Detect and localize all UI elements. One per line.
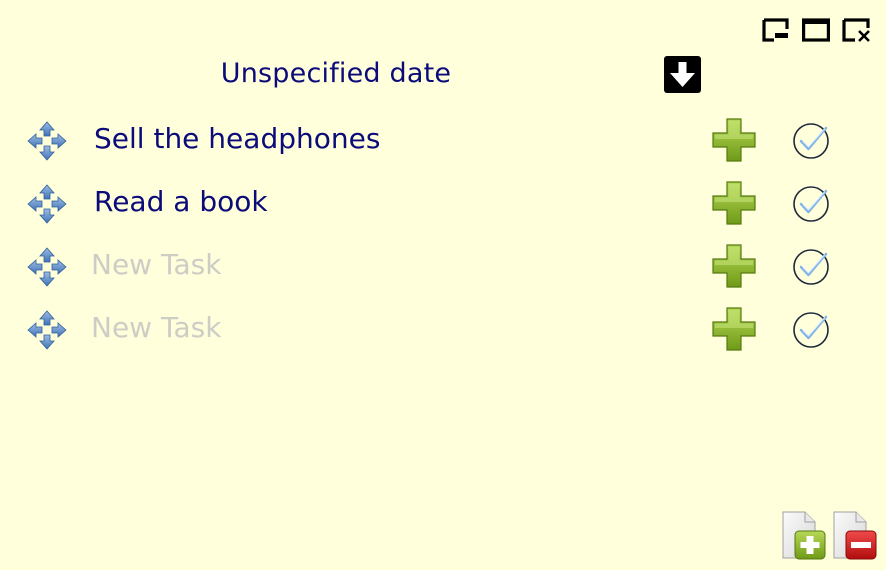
task-row: New Task — [0, 234, 886, 296]
check-circle-icon[interactable] — [792, 309, 832, 349]
task-text[interactable]: Sell the headphones — [94, 122, 380, 155]
restore-window-icon[interactable] — [761, 16, 791, 44]
task-row: Sell the headphones — [0, 108, 886, 170]
document-add-icon[interactable] — [781, 511, 827, 561]
arrow-down-icon[interactable] — [664, 56, 701, 93]
task-row: Read a book — [0, 171, 886, 233]
close-window-icon[interactable] — [841, 16, 871, 44]
check-circle-icon[interactable] — [792, 183, 832, 223]
move-arrows-icon[interactable] — [26, 309, 68, 351]
maximize-window-icon[interactable] — [801, 16, 831, 44]
task-text[interactable]: Read a book — [94, 185, 268, 218]
green-plus-icon[interactable] — [711, 306, 757, 352]
move-arrows-icon[interactable] — [26, 246, 68, 288]
move-arrows-icon[interactable] — [26, 120, 68, 162]
task-placeholder[interactable]: New Task — [91, 248, 221, 281]
green-plus-icon[interactable] — [711, 117, 757, 163]
task-row: New Task — [0, 297, 886, 359]
green-plus-icon[interactable] — [711, 243, 757, 289]
check-circle-icon[interactable] — [792, 120, 832, 160]
check-circle-icon[interactable] — [792, 246, 832, 286]
move-arrows-icon[interactable] — [26, 183, 68, 225]
task-placeholder[interactable]: New Task — [91, 311, 221, 344]
document-remove-icon[interactable] — [832, 511, 878, 561]
date-heading: Unspecified date — [220, 58, 452, 89]
green-plus-icon[interactable] — [711, 180, 757, 226]
window-controls — [761, 16, 873, 44]
